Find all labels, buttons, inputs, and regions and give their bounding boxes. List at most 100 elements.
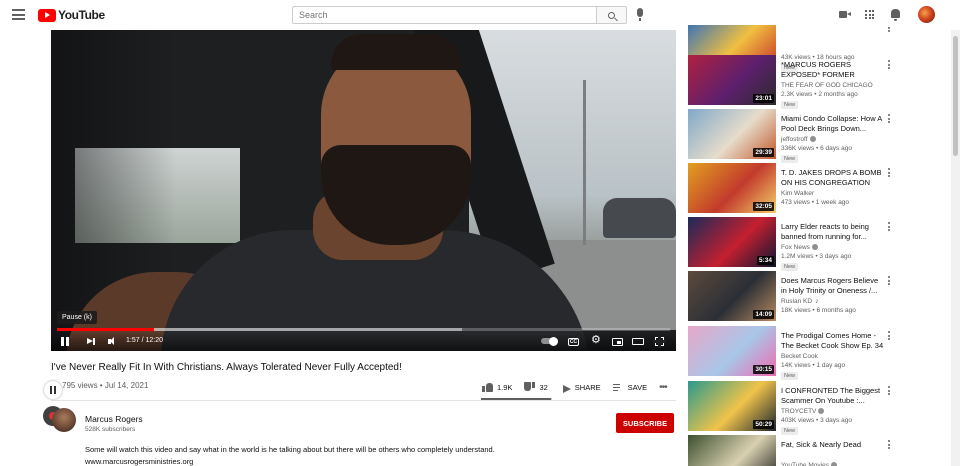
recommended-video-item[interactable]: 32:05 T. D. JAKES DROPS A BOMB ON HIS CON… <box>688 163 950 213</box>
save-button[interactable]: SAVE <box>612 382 648 392</box>
kebab-menu-icon[interactable] <box>888 168 891 179</box>
video-title: I've Never Really Fit In With Christians… <box>51 362 402 373</box>
volume-icon[interactable] <box>107 336 118 347</box>
recommended-video-title[interactable]: Does Marcus Rogers Believe in Holy Trini… <box>781 276 884 296</box>
share-button[interactable]: SHARE <box>560 383 601 392</box>
new-badge: New <box>781 427 799 435</box>
recommended-video-item[interactable]: 30:15 The Prodigal Comes Home - The Becke… <box>688 326 950 380</box>
kebab-menu-icon[interactable] <box>888 386 891 397</box>
dislike-button[interactable]: 32 <box>524 382 548 392</box>
recommended-video-thumbnail[interactable]: 30:15 <box>688 326 776 376</box>
recommended-channel-name[interactable]: Fox News <box>781 244 810 251</box>
miniplayer-icon[interactable] <box>612 337 623 346</box>
player-controls: 1:57 / 12:20 CC <box>51 332 676 351</box>
recommended-channel-row: THE FEAR OF GOD CHICAGO <box>781 82 873 89</box>
recommended-channel-name[interactable]: Ruslan KD <box>781 298 812 305</box>
voice-search-mic-icon[interactable] <box>637 8 643 21</box>
video-duration: 30:15 <box>753 365 774 374</box>
recommended-video-title[interactable]: The Prodigal Comes Home - The Becket Coo… <box>781 331 884 351</box>
recommended-video-thumbnail[interactable]: 32:05 <box>688 163 776 213</box>
time-display: 1:57 / 12:20 <box>126 337 163 344</box>
recommended-video-thumbnail[interactable]: 14:09 <box>688 271 776 321</box>
kebab-menu-icon[interactable] <box>888 440 891 451</box>
more-actions-icon[interactable]: ••• <box>659 382 667 393</box>
theater-mode-icon[interactable] <box>632 338 644 345</box>
fullscreen-icon[interactable] <box>653 335 666 348</box>
save-playlist-icon <box>612 383 624 392</box>
kebab-menu-icon[interactable] <box>888 331 891 342</box>
kebab-menu-icon[interactable] <box>888 276 891 287</box>
hamburger-menu-icon[interactable] <box>12 9 25 20</box>
recommended-channel-row: Ruslan KD ♪ <box>781 298 819 305</box>
kebab-menu-icon[interactable] <box>888 60 891 71</box>
pause-button-icon[interactable] <box>59 336 70 347</box>
account-avatar[interactable] <box>918 6 935 23</box>
like-button[interactable]: 1.9K <box>482 382 512 392</box>
recommended-video-title[interactable]: *MARCUS ROGERS EXPOSED* FORMER FIREHOUSE… <box>781 60 884 80</box>
kebab-menu-icon[interactable] <box>888 222 891 233</box>
recommended-views-age: 473 views • 1 week ago <box>781 199 850 206</box>
recommended-video-thumbnail[interactable] <box>688 435 776 466</box>
logo-text: YouTube <box>58 8 105 22</box>
recommended-channel-row: Kim Walker <box>781 190 814 197</box>
recommended-video-title[interactable]: Fat, Sick & Nearly Dead <box>781 440 884 450</box>
youtube-logo[interactable]: YouTube <box>38 8 105 22</box>
notifications-bell-icon[interactable] <box>891 9 900 21</box>
recommended-channel-name[interactable]: Becket Cook <box>781 353 818 360</box>
recommended-views-age: 403K views • 3 days ago <box>781 417 852 424</box>
channel-avatar[interactable] <box>52 408 76 432</box>
recommended-video-item[interactable]: 14:09 Does Marcus Rogers Believe in Holy … <box>688 271 950 321</box>
recommended-video-title[interactable]: I CONFRONTED The Biggest Scammer On Yout… <box>781 386 884 406</box>
recommended-video-title[interactable]: Miami Condo Collapse: How A Pool Deck Br… <box>781 114 884 134</box>
recommendations-sidebar: 1:11:3343K views • 18 hours agoNew23:01*… <box>688 25 950 466</box>
recommended-video-item[interactable]: 5:34 Larry Elder reacts to being banned f… <box>688 217 950 271</box>
new-badge: New <box>781 101 799 109</box>
apps-grid-icon[interactable] <box>865 10 874 19</box>
captions-icon[interactable]: CC <box>568 337 579 346</box>
search-input[interactable] <box>292 6 597 24</box>
recommended-channel-name[interactable]: Kim Walker <box>781 190 814 197</box>
recommended-views-age: 18K views • 6 months ago <box>781 307 856 314</box>
subscribe-button[interactable]: SUBSCRIBE <box>616 413 674 433</box>
kebab-menu-icon[interactable] <box>888 114 891 125</box>
recommended-video-item[interactable]: 23:01 *MARCUS ROGERS EXPOSED* FORMER FIRE… <box>688 55 950 109</box>
search-button[interactable] <box>596 6 627 24</box>
youtube-play-logo-icon <box>38 8 56 22</box>
recommended-video-thumbnail[interactable]: 29:39 <box>688 109 776 159</box>
recommended-video-title[interactable]: T. D. JAKES DROPS A BOMB ON HIS CONGREGA… <box>781 168 884 188</box>
pause-bubble-icon[interactable] <box>44 381 62 399</box>
channel-name[interactable]: Marcus Rogers <box>85 414 143 424</box>
verified-check-icon <box>809 136 816 142</box>
scrollbar-thumb[interactable] <box>953 36 958 156</box>
video-duration: 14:09 <box>753 310 774 319</box>
recommended-channel-name[interactable]: TROYCETV <box>781 408 816 415</box>
recommended-channel-name[interactable]: jeffostroff <box>781 136 808 143</box>
video-duration: 29:39 <box>753 148 774 157</box>
played-bar <box>57 328 154 331</box>
recommended-video-thumbnail[interactable]: 23:01 <box>688 55 776 105</box>
subscriber-count: 528K subscribers <box>85 426 136 433</box>
recommended-video-item[interactable]: Fat, Sick & Nearly DeadYouTube MoviesDoc… <box>688 435 950 466</box>
autoplay-toggle[interactable] <box>541 336 558 346</box>
recommended-video-title[interactable]: Larry Elder reacts to being banned from … <box>781 222 884 242</box>
create-video-icon[interactable] <box>839 11 851 18</box>
recommended-channel-name[interactable]: THE FEAR OF GOD CHICAGO <box>781 82 873 89</box>
recommended-video-thumbnail[interactable]: 50:29 <box>688 381 776 431</box>
recommended-video-thumbnail[interactable]: 5:34 <box>688 217 776 267</box>
kebab-menu-icon[interactable] <box>888 25 891 34</box>
video-duration: 32:05 <box>753 202 774 211</box>
recommended-channel-name[interactable]: YouTube Movies <box>781 462 829 466</box>
recommended-channel-row: Fox News <box>781 244 818 251</box>
page-scrollbar[interactable] <box>951 30 960 466</box>
video-player[interactable]: Pause (k) 1:57 / 12:20 CC <box>51 30 676 351</box>
next-video-icon[interactable] <box>85 336 96 347</box>
settings-gear-icon[interactable] <box>591 333 602 347</box>
recommended-views-age: 14K views • 1 day ago <box>781 362 846 369</box>
video-frame-hair <box>331 34 461 70</box>
progress-bar[interactable] <box>57 328 670 331</box>
save-label: SAVE <box>627 382 648 392</box>
recommended-video-item[interactable]: 29:39 Miami Condo Collapse: How A Pool De… <box>688 109 950 163</box>
recommended-video-item[interactable]: 50:29 I CONFRONTED The Biggest Scammer On… <box>688 381 950 435</box>
recommended-channel-row: jeffostroff <box>781 136 816 143</box>
pause-tooltip: Pause (k) <box>57 311 97 324</box>
